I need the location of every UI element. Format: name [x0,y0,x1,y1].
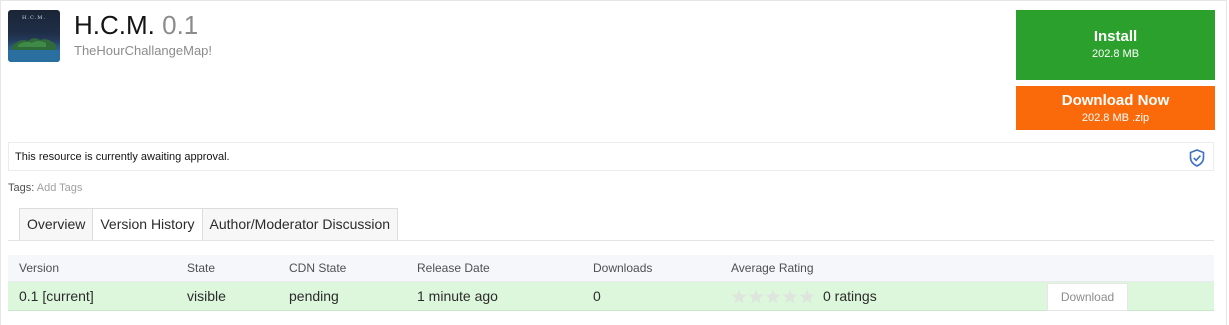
add-tags-link[interactable]: Add Tags [37,182,83,194]
row-cdn-state: pending [289,288,339,304]
header-average-rating: Average Rating [731,261,814,275]
download-now-label: Download Now [1061,92,1170,109]
table-row: 0.1 [current] visible pending 1 minute a… [8,282,1214,311]
thumbnail-caption: H.C.M. [22,15,46,21]
resource-name: H.C.M. [74,10,155,40]
rating-stars [731,289,816,304]
approval-message: This resource is currently awaiting appr… [15,151,230,163]
install-button[interactable]: Install 202.8 MB [1016,10,1215,80]
download-now-button[interactable]: Download Now 202.8 MB .zip [1016,86,1215,130]
shield-check-icon [1189,149,1205,167]
download-now-size: 202.8 MB .zip [1081,112,1150,124]
row-downloads: 0 [593,288,601,304]
star-icon [731,289,747,304]
install-label: Install [1093,28,1138,45]
tags-label: Tags: [8,182,35,194]
resource-title: H.C.M. 0.1 [74,9,198,41]
header-cdn-state: CDN State [289,261,347,275]
tab-overview[interactable]: Overview [19,208,94,240]
resource-page: H.C.M. H.C.M. 0.1 TheHourChallangeMap! I… [0,0,1227,325]
tabs-divider [8,240,1214,241]
approval-notice: This resource is currently awaiting appr… [8,142,1214,171]
star-icon [799,289,815,304]
header-state: State [187,261,216,275]
row-version: 0.1 [current] [19,288,94,304]
star-icon [748,289,764,304]
row-state: visible [187,288,226,304]
header-release-date: Release Date [417,261,490,275]
tab-version-history[interactable]: Version History [92,208,203,240]
version-table: Version State CDN State Release Date Dow… [8,255,1214,311]
resource-version: 0.1 [162,10,199,40]
ratings-count: 0 ratings [823,288,877,304]
tab-author-moderator-discussion[interactable]: Author/Moderator Discussion [201,208,399,240]
resource-tagline: TheHourChallangeMap! [74,43,213,58]
resource-thumbnail: H.C.M. [8,10,60,62]
table-header: Version State CDN State Release Date Dow… [8,255,1214,282]
header-version: Version [19,261,60,275]
star-icon [782,289,798,304]
tab-bar: Overview Version History Author/Moderato… [19,208,399,240]
version-download-button[interactable]: Download [1047,283,1128,311]
star-icon [765,289,781,304]
tags-row: Tags: Add Tags [8,182,82,194]
install-size: 202.8 MB [1091,48,1140,60]
header-downloads: Downloads [593,261,653,275]
row-release-date: 1 minute ago [417,288,498,304]
